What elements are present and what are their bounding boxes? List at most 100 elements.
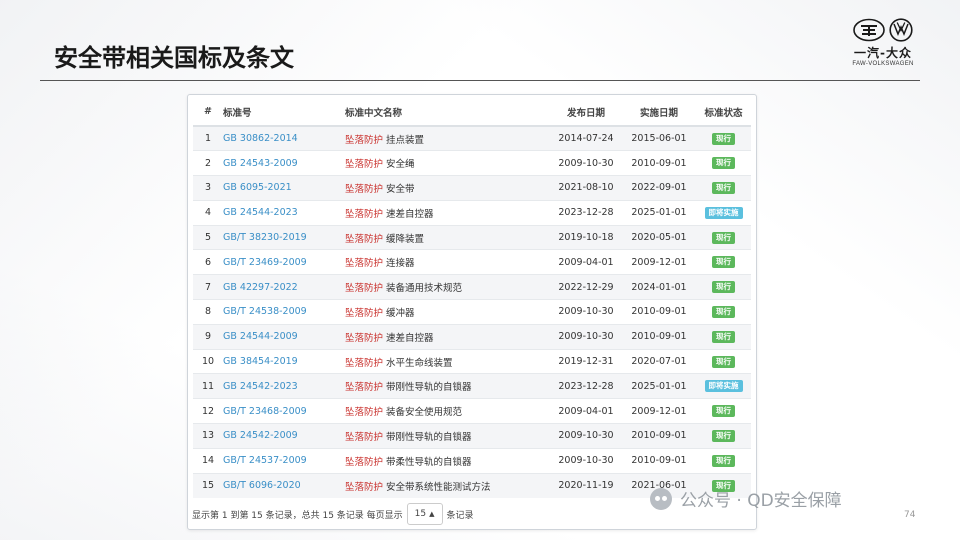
publish-date: 2023-12-28	[550, 199, 622, 226]
keyword-highlight: 坠落防护	[345, 159, 384, 171]
standard-code-text[interactable]: GB 24542-2023	[223, 381, 298, 392]
status-cell: 现行	[696, 224, 751, 250]
implement-date: 2025-01-01	[622, 373, 696, 399]
standard-code-text[interactable]: GB/T 6096-2020	[223, 480, 301, 491]
standard-code-text[interactable]: GB/T 24538-2009	[223, 306, 307, 317]
row-number: 3	[193, 175, 223, 201]
row-number: 6	[193, 249, 223, 275]
standard-name: 坠落防护 缓降装置	[345, 224, 550, 250]
status-badge: 现行	[712, 429, 735, 442]
column-header-status[interactable]: 标准状态	[696, 98, 751, 127]
column-header-code[interactable]: 标准号	[223, 98, 345, 127]
standard-code-text[interactable]: GB 24542-2009	[223, 430, 298, 441]
row-number: 10	[193, 348, 223, 374]
brand-name-en: FAW-VOLKSWAGEN	[852, 61, 914, 67]
row-number: 9	[193, 323, 223, 350]
keyword-highlight: 坠落防护	[345, 456, 384, 468]
status-badge: 即将实施	[704, 380, 743, 393]
standard-code-text[interactable]: GB/T 23469-2009	[223, 257, 307, 268]
keyword-highlight: 坠落防护	[345, 382, 384, 394]
table-row[interactable]: 10 GB 38454-2019 坠落防护 水平生命线装置 2019-12-31 202…	[193, 348, 751, 374]
publish-date: 2019-10-18	[550, 224, 622, 250]
standard-code-text[interactable]: GB 6095-2021	[223, 182, 292, 193]
standard-name-text: 装备安全使用规范	[383, 407, 463, 419]
standard-name-text: 速差自控器	[383, 208, 434, 220]
table-row[interactable]: 9 GB 24544-2009 坠落防护 速差自控器 2009-10-30 2010-0…	[193, 323, 751, 350]
table-row[interactable]: 8 GB/T 24538-2009 坠落防护 缓冲器 2009-10-30 2010-0…	[193, 299, 751, 325]
standard-code-text[interactable]: GB 24544-2023	[223, 207, 298, 218]
standard-code-text[interactable]: GB/T 38230-2019	[223, 232, 307, 243]
standard-code-link[interactable]: GB 24544-2023	[223, 199, 345, 226]
publish-date: 2021-08-10	[550, 175, 622, 201]
status-cell: 现行	[696, 125, 751, 151]
standard-code-link[interactable]: GB 24542-2009	[223, 423, 345, 449]
standard-code-link[interactable]: GB/T 24538-2009	[223, 299, 345, 325]
caret-down-icon: ▲	[429, 510, 435, 518]
standard-code-text[interactable]: GB 24544-2009	[223, 331, 298, 342]
standards-table-panel: # 标准号 标准中文名称 发布日期 实施日期 标准状态 1 GB 30862-20…	[187, 94, 757, 530]
column-header-publish-date[interactable]: 发布日期	[550, 98, 622, 127]
standard-code-link[interactable]: GB/T 23469-2009	[223, 249, 345, 275]
standard-code-link[interactable]: GB 24544-2009	[223, 323, 345, 350]
table-row[interactable]: 7 GB 42297-2022 坠落防护 装备通用技术规范 2022-12-29 202…	[193, 274, 751, 300]
standard-name: 坠落防护 速差自控器	[345, 199, 550, 226]
standard-name-text: 带刚性导轨的自锁器	[383, 431, 472, 443]
standard-code-link[interactable]: GB 30862-2014	[223, 125, 345, 151]
standard-code-link[interactable]: GB/T 23468-2009	[223, 398, 345, 424]
standards-table: # 标准号 标准中文名称 发布日期 实施日期 标准状态 1 GB 30862-20…	[193, 98, 751, 498]
table-row[interactable]: 5 GB/T 38230-2019 坠落防护 缓降装置 2019-10-18 2020-…	[193, 224, 751, 250]
publish-date: 2009-10-30	[550, 299, 622, 325]
page-size-select[interactable]: 15 ▲	[406, 503, 443, 525]
standard-name: 坠落防护 带柔性导轨的自锁器	[345, 447, 550, 474]
keyword-highlight: 坠落防护	[345, 357, 384, 369]
table-row[interactable]: 2 GB 24543-2009 坠落防护 安全绳 2009-10-30 2010-09-…	[193, 150, 751, 176]
publish-date: 2009-10-30	[550, 150, 622, 176]
row-number: 13	[193, 423, 223, 449]
table-row[interactable]: 14 GB/T 24537-2009 坠落防护 带柔性导轨的自锁器 2009-10-3…	[193, 447, 751, 474]
table-row[interactable]: 13 GB 24542-2009 坠落防护 带刚性导轨的自锁器 2009-10-30 2…	[193, 423, 751, 449]
keyword-highlight: 坠落防护	[345, 283, 384, 295]
standard-name-text: 安全绳	[383, 159, 415, 171]
pagination-bar: 显示第 1 到第 15 条记录，总共 15 条记录 每页显示 15 ▲ 条记录	[192, 503, 474, 525]
table-row[interactable]: 3 GB 6095-2021 坠落防护 安全带 2021-08-10 2022-09-0…	[193, 175, 751, 201]
standard-code-link[interactable]: GB/T 24537-2009	[223, 447, 345, 474]
table-row[interactable]: 1 GB 30862-2014 坠落防护 挂点装置 2014-07-24 2015-06…	[193, 125, 751, 151]
implement-date: 2022-09-01	[622, 175, 696, 201]
standard-code-text[interactable]: GB 38454-2019	[223, 356, 298, 367]
keyword-highlight: 坠落防护	[345, 332, 384, 344]
standard-name: 坠落防护 装备通用技术规范	[345, 274, 550, 300]
title-divider	[40, 80, 920, 81]
standard-code-text[interactable]: GB 42297-2022	[223, 282, 298, 293]
standard-code-link[interactable]: GB 42297-2022	[223, 274, 345, 300]
keyword-highlight: 坠落防护	[345, 183, 384, 195]
standard-code-text[interactable]: GB/T 23468-2009	[223, 406, 307, 417]
standard-code-link[interactable]: GB 24543-2009	[223, 150, 345, 176]
standard-code-link[interactable]: GB 24542-2023	[223, 373, 345, 399]
standard-code-text[interactable]: GB/T 24537-2009	[223, 455, 307, 466]
table-row[interactable]: 12 GB/T 23468-2009 坠落防护 装备安全使用规范 2009-04-01…	[193, 398, 751, 424]
standard-name-text: 水平生命线装置	[383, 357, 453, 369]
standard-code-text[interactable]: GB 24543-2009	[223, 158, 298, 169]
standard-code-link[interactable]: GB 6095-2021	[223, 175, 345, 201]
column-header-number[interactable]: #	[193, 98, 223, 127]
status-badge: 即将实施	[704, 206, 743, 219]
table-row[interactable]: 4 GB 24544-2023 坠落防护 速差自控器 2023-12-28 2025-0…	[193, 199, 751, 226]
publish-date: 2022-12-29	[550, 274, 622, 300]
standard-code-link[interactable]: GB/T 6096-2020	[223, 472, 345, 498]
column-header-name[interactable]: 标准中文名称	[345, 98, 550, 127]
table-row[interactable]: 6 GB/T 23469-2009 坠落防护 连接器 2009-04-01 2009-1…	[193, 249, 751, 275]
table-row[interactable]: 11 GB 24542-2023 坠落防护 带刚性导轨的自锁器 2023-12-28 2…	[193, 373, 751, 399]
standard-name-text: 缓降装置	[383, 233, 425, 245]
status-badge: 现行	[712, 330, 735, 343]
standard-name: 坠落防护 安全带系统性能测试方法	[345, 472, 550, 498]
wechat-icon	[650, 487, 672, 510]
status-cell: 现行	[696, 150, 751, 176]
row-number: 11	[193, 373, 223, 399]
standard-name-text: 安全带系统性能测试方法	[383, 481, 491, 493]
column-header-implement-date[interactable]: 实施日期	[622, 98, 696, 127]
standard-code-text[interactable]: GB 30862-2014	[223, 133, 298, 144]
standard-code-link[interactable]: GB 38454-2019	[223, 348, 345, 374]
status-badge: 现行	[712, 355, 735, 368]
table-body: 1 GB 30862-2014 坠落防护 挂点装置 2014-07-24 2015-06…	[193, 125, 751, 498]
standard-code-link[interactable]: GB/T 38230-2019	[223, 224, 345, 250]
